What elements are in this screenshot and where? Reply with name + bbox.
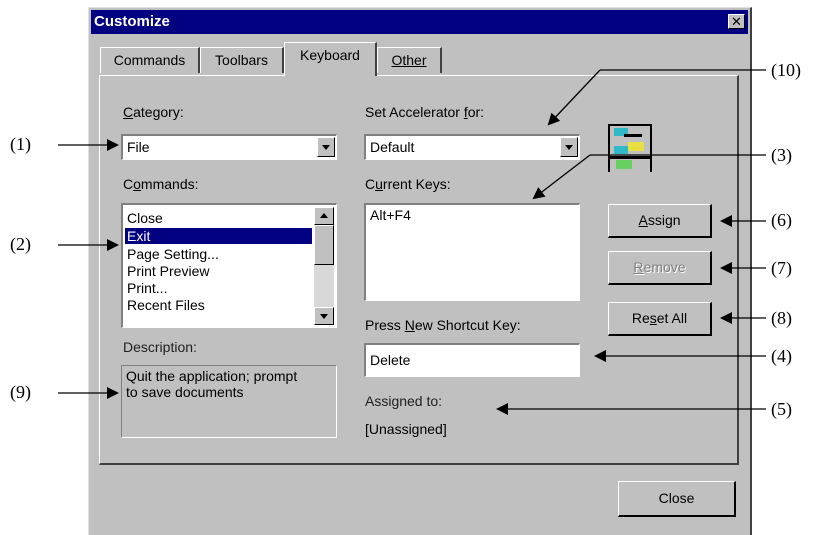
annotation-4: (4)	[771, 346, 792, 366]
description-line-2: to save documents	[126, 384, 244, 400]
annotation-1: (1)	[10, 134, 31, 154]
new-shortcut-label: Press New Shortcut Key:	[365, 317, 521, 333]
description-line-1: Quit the application; prompt	[126, 368, 298, 384]
annotation-10: (10)	[771, 60, 801, 80]
chevron-down-icon[interactable]	[317, 137, 335, 157]
close-icon[interactable]: ✕	[728, 14, 745, 29]
list-item[interactable]: Close	[127, 210, 163, 226]
dialog-title: Customize	[94, 13, 170, 30]
new-shortcut-input[interactable]: Delete	[364, 343, 580, 377]
assigned-to-label: Assigned to:	[365, 393, 443, 409]
chevron-down-icon[interactable]	[560, 137, 578, 157]
commands-list[interactable]: Close Exit Page Setting... Print Preview…	[121, 203, 337, 328]
assign-button[interactable]: Assign	[608, 204, 712, 238]
tab-other-key: Other	[391, 52, 427, 68]
list-item[interactable]: Page Setting...	[127, 246, 219, 262]
accelerator-label: Set Accelerator for:	[365, 104, 485, 120]
annotation-2: (2)	[10, 234, 31, 254]
accelerator-value: Default	[370, 139, 415, 155]
accelerator-dropdown[interactable]: Default	[364, 134, 580, 160]
reset-all-button[interactable]: Reset All	[608, 302, 712, 336]
annotation-3: (3)	[771, 145, 792, 165]
annotation-6: (6)	[771, 210, 792, 230]
category-label: Category:	[123, 104, 184, 120]
annotation-8: (8)	[771, 308, 792, 328]
list-item[interactable]: Recent Files	[127, 297, 205, 313]
current-keys-list[interactable]: Alt+F4	[364, 203, 580, 301]
tab-keyboard[interactable]: Keyboard	[284, 42, 377, 76]
description-box: Quit the application; prompt to save doc…	[121, 365, 337, 438]
tab-toolbars[interactable]: Toolbars	[200, 47, 284, 73]
assigned-to-value: [Unassigned]	[365, 421, 447, 437]
title-bar: Customize ✕	[91, 10, 748, 34]
tab-commands[interactable]: Commands	[100, 47, 200, 73]
annotation-5: (5)	[771, 399, 792, 419]
commands-scrollbar[interactable]	[314, 207, 334, 325]
accelerator-table-icon	[608, 124, 652, 172]
list-item-selected[interactable]: Exit	[125, 228, 312, 244]
category-value: File	[127, 139, 150, 155]
close-button[interactable]: Close	[618, 481, 736, 517]
scroll-up-icon[interactable]	[314, 207, 334, 225]
annotation-7: (7)	[771, 258, 792, 278]
description-label: Description:	[123, 339, 197, 355]
list-item[interactable]: Print...	[127, 280, 167, 296]
annotation-9: (9)	[10, 382, 31, 402]
remove-button[interactable]: Remove	[608, 251, 712, 285]
tab-other[interactable]: Other	[377, 47, 442, 73]
commands-label: Commands:	[123, 176, 199, 192]
scroll-thumb[interactable]	[314, 225, 334, 265]
list-item[interactable]: Print Preview	[127, 263, 209, 279]
category-dropdown[interactable]: File	[121, 134, 337, 160]
list-item[interactable]: Alt+F4	[370, 205, 579, 225]
scroll-down-icon[interactable]	[314, 307, 334, 325]
current-keys-label: Current Keys:	[365, 176, 451, 192]
